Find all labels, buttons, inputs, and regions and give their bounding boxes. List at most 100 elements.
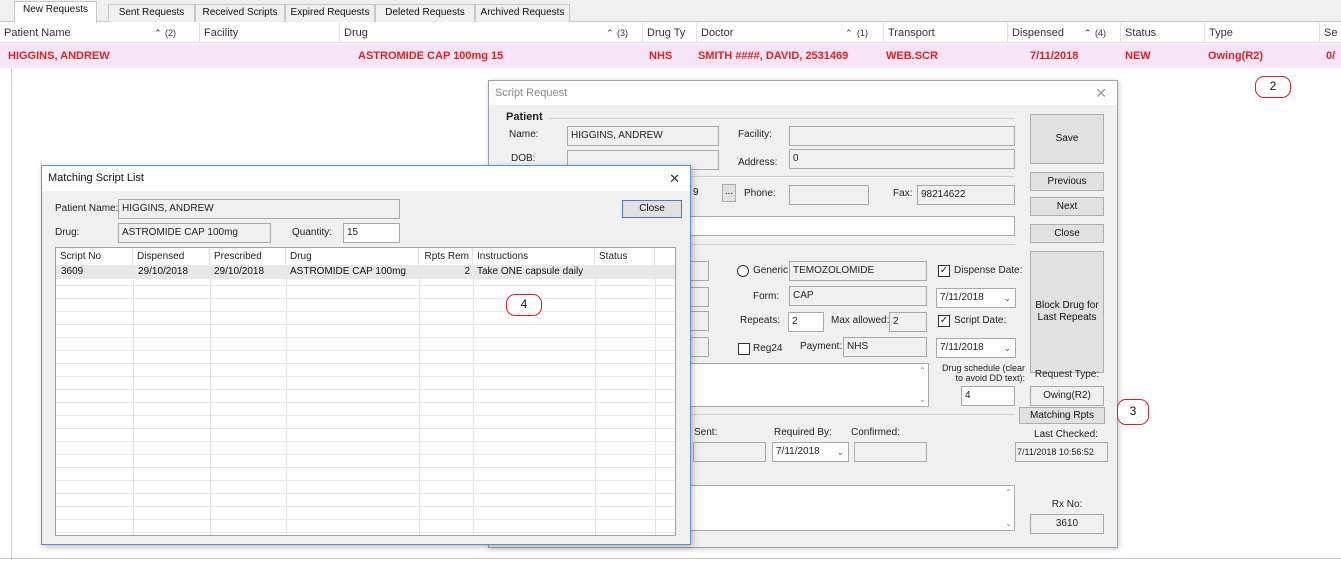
script-date-picker[interactable]: 7/11/2018 ⌄ — [936, 338, 1016, 358]
col-dispensed-label: Dispensed — [1012, 27, 1064, 39]
col-transport[interactable]: Transport — [884, 23, 1008, 43]
dispense-date-picker[interactable]: 7/11/2018 ⌄ — [936, 288, 1016, 308]
sort-asc-icon: ⌃ — [845, 28, 853, 38]
lookup-button[interactable]: ... — [722, 184, 736, 202]
required-by-picker[interactable]: 7/11/2018 ⌄ — [772, 442, 849, 462]
col-dispensed[interactable]: Dispensed — [133, 248, 210, 265]
max-allowed-label: Max allowed: — [831, 315, 890, 326]
row-dispensed: 7/11/2018 — [1030, 50, 1079, 62]
column-divider — [133, 265, 134, 535]
next-button[interactable]: Next — [1030, 197, 1104, 216]
drug-field[interactable] — [689, 261, 709, 281]
section-divider — [689, 414, 1015, 415]
name-field[interactable]: HIGGINS, ANDREW — [567, 126, 719, 146]
max-allowed-field[interactable]: 2 — [889, 312, 927, 332]
rx-no-field[interactable]: 3610 — [1030, 514, 1104, 534]
address-field[interactable]: 0 — [789, 149, 1015, 169]
tab-deleted-requests[interactable]: Deleted Requests — [375, 4, 475, 22]
payment-field[interactable]: NHS — [843, 337, 927, 357]
close-icon[interactable]: ✕ — [669, 166, 680, 191]
phone-field[interactable] — [789, 185, 869, 205]
col-script-no[interactable]: Script No — [56, 248, 133, 265]
notes-textarea[interactable]: ⌃ ⌄ — [689, 363, 929, 407]
tab-expired-requests[interactable]: Expired Requests — [285, 4, 375, 22]
matching-scripts-list[interactable]: Script No Dispensed Prescribed Drug Rpts… — [55, 247, 676, 536]
repeats-field[interactable]: 2 — [788, 312, 824, 332]
patient-name-field[interactable]: HIGGINS, ANDREW — [118, 199, 400, 219]
col-prescribed[interactable]: Prescribed — [210, 248, 286, 265]
last-checked-field[interactable]: 7/11/2018 10:56:52 — [1015, 442, 1108, 462]
block-drug-button[interactable]: Block Drug for Last Repeats — [1030, 251, 1104, 373]
sort-order-label: (2) — [165, 28, 176, 38]
table-row[interactable]: HIGGINS, ANDREW ASTROMIDE CAP 100mg 15 N… — [0, 44, 1341, 68]
dispense-date-checkbox[interactable]: ✓ — [938, 265, 950, 277]
scroll-down-icon[interactable]: ⌄ — [1005, 519, 1012, 528]
cell-script-no: 3609 — [61, 266, 84, 277]
phone-label: Phone: — [744, 188, 776, 199]
col-patient-name[interactable]: Patient Name ⌃ (2) — [0, 23, 200, 43]
col-doctor[interactable]: Doctor ⌃ (1) — [697, 23, 884, 43]
quantity-field[interactable] — [689, 287, 709, 307]
drug-field[interactable]: ASTROMIDE CAP 100mg — [118, 223, 271, 243]
col-dispensed[interactable]: Dispensed ⌃ (4) — [1008, 23, 1121, 43]
quantity-field[interactable]: 15 — [343, 223, 400, 243]
frame-border — [11, 68, 12, 560]
script-date-checkbox[interactable]: ✓ — [938, 315, 950, 327]
close-button[interactable]: Close — [1030, 224, 1104, 243]
request-type-field[interactable]: Owing(R2) — [1030, 386, 1104, 406]
col-facility[interactable]: Facility — [200, 23, 340, 43]
prescriber-field[interactable] — [689, 337, 709, 357]
row-se: 0/ — [1326, 50, 1336, 62]
block-drug-label: Block Drug for Last Repeats — [1035, 300, 1099, 323]
col-rpts-rem[interactable]: Rpts Rem — [419, 248, 473, 265]
sent-field[interactable] — [693, 442, 766, 462]
quantity-label: Quantity: — [292, 227, 333, 238]
drug-schedule-field[interactable]: 4 — [961, 386, 1015, 406]
script-date-value: 7/11/2018 — [940, 342, 984, 353]
col-type[interactable]: Type — [1205, 23, 1320, 43]
address-label: Address: — [738, 157, 778, 168]
col-drug-type[interactable]: Drug Ty — [643, 23, 697, 43]
col-patient-name-label: Patient Name — [4, 27, 71, 39]
cell-rpts-rem: 2 — [464, 266, 470, 277]
scroll-up-icon[interactable]: ⌃ — [919, 366, 926, 375]
column-divider — [419, 265, 420, 535]
strength-field[interactable] — [689, 311, 709, 331]
col-status[interactable]: Status — [595, 248, 655, 265]
row-doctor: SMITH ####, DAVID, 2531469 — [698, 50, 849, 62]
col-status[interactable]: Status — [1121, 23, 1205, 43]
facility-field[interactable] — [789, 126, 1015, 146]
doctor-address-field[interactable] — [689, 216, 1015, 236]
tab-received-scripts[interactable]: Received Scripts — [195, 4, 285, 22]
col-drug[interactable]: Drug — [286, 248, 419, 265]
rx-no-label: Rx No: — [1051, 499, 1083, 510]
required-by-value: 7/11/2018 — [776, 446, 820, 457]
generic-radio[interactable] — [737, 265, 749, 277]
section-divider — [689, 244, 1015, 245]
col-instructions[interactable]: Instructions — [473, 248, 595, 265]
matching-rpts-button[interactable]: Matching Rpts — [1019, 407, 1105, 424]
tab-sent-requests[interactable]: Sent Requests — [108, 4, 195, 22]
close-icon[interactable]: ✕ — [1095, 81, 1107, 105]
previous-button[interactable]: Previous — [1030, 172, 1104, 191]
tab-new-requests[interactable]: New Requests — [14, 1, 97, 23]
scroll-down-icon[interactable]: ⌄ — [919, 395, 926, 404]
sort-order-label: (3) — [617, 28, 628, 38]
table-row[interactable]: 3609 29/10/2018 29/10/2018 ASTROMIDE CAP… — [56, 265, 675, 279]
col-drug[interactable]: Drug ⌃ (3) — [340, 23, 643, 43]
sort-asc-icon: ⌃ — [606, 28, 614, 38]
save-button[interactable]: Save — [1030, 114, 1104, 164]
tab-archived-requests[interactable]: Archived Requests — [475, 4, 570, 22]
form-field[interactable]: CAP — [789, 286, 927, 306]
dispense-date-label: Dispense Date: — [954, 265, 1023, 276]
reg24-checkbox[interactable] — [738, 343, 750, 355]
confirmed-field[interactable] — [854, 442, 927, 462]
scroll-up-icon[interactable]: ⌃ — [1005, 488, 1012, 497]
close-button[interactable]: Close — [622, 200, 682, 218]
dob-label: DOB: — [511, 153, 536, 164]
comments-textarea[interactable]: ⌃ ⌄ — [689, 485, 1015, 531]
generic-field[interactable]: TEMOZOLOMIDE — [789, 261, 927, 281]
col-se[interactable]: Se — [1320, 23, 1341, 43]
dispense-date-value: 7/11/2018 — [940, 292, 984, 303]
fax-field[interactable]: 98214622 — [917, 185, 1015, 205]
